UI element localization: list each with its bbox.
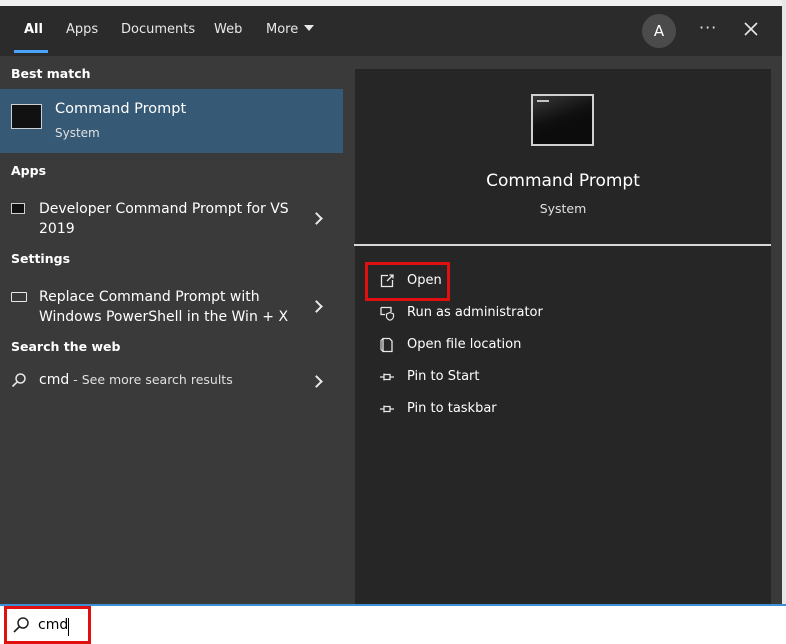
- see-more-results: - See more search results: [69, 372, 233, 387]
- results-list: Best match Command Prompt System Apps De…: [0, 56, 343, 604]
- developer-command-prompt-icon: [11, 203, 25, 214]
- result-web-search[interactable]: cmd - See more search results: [0, 366, 343, 394]
- active-tab-indicator: [14, 50, 48, 53]
- best-match-item[interactable]: Command Prompt System: [0, 89, 343, 153]
- chevron-right-icon[interactable]: [310, 375, 323, 388]
- pin-icon: [380, 405, 394, 413]
- section-best-match: Best match: [11, 66, 91, 81]
- action-label: Run as administrator: [407, 305, 543, 320]
- search-panel: All Apps Documents Web More A ··· Best m…: [0, 6, 782, 604]
- chevron-down-icon: [304, 25, 315, 31]
- action-label: Pin to taskbar: [407, 401, 497, 416]
- best-match-subtitle: System: [55, 126, 100, 140]
- section-apps: Apps: [11, 163, 47, 178]
- action-pin-to-taskbar[interactable]: Pin to taskbar: [355, 395, 771, 423]
- tab-apps[interactable]: Apps: [66, 22, 98, 37]
- command-prompt-large-icon: [531, 94, 594, 146]
- preview-pane: Command Prompt System Open Run as admini…: [354, 69, 771, 604]
- best-match-title: Command Prompt: [55, 101, 187, 117]
- chevron-right-icon[interactable]: [310, 300, 323, 313]
- preview-divider: [354, 244, 771, 246]
- command-prompt-icon: [11, 104, 42, 129]
- file-location-icon: [380, 337, 393, 353]
- more-options-icon[interactable]: ···: [699, 18, 717, 37]
- action-open-file-location[interactable]: Open file location: [355, 331, 771, 359]
- search-input[interactable]: [38, 612, 738, 638]
- close-icon[interactable]: [742, 20, 760, 38]
- result-label: Replace Command Prompt with Windows Powe…: [39, 289, 289, 325]
- section-search-web: Search the web: [11, 339, 121, 354]
- tab-bar: All Apps Documents Web More A ···: [0, 6, 782, 56]
- tab-documents[interactable]: Documents: [121, 22, 195, 37]
- tab-web[interactable]: Web: [214, 22, 242, 37]
- section-settings: Settings: [11, 251, 71, 266]
- web-result-text: cmd - See more search results: [39, 370, 233, 390]
- tab-more-label: More: [266, 22, 299, 37]
- action-label: Pin to Start: [407, 369, 480, 384]
- result-label: Developer Command Prompt for VS 2019: [39, 201, 289, 237]
- result-replace-command-prompt[interactable]: Replace Command Prompt with Windows Powe…: [0, 280, 343, 328]
- background-window-edge: [782, 0, 786, 644]
- icon-shine: [533, 96, 592, 144]
- tab-all[interactable]: All: [24, 22, 43, 37]
- pin-icon: [380, 373, 394, 381]
- shield-icon: [380, 306, 395, 321]
- action-run-as-administrator[interactable]: Run as administrator: [355, 299, 771, 327]
- web-query: cmd: [39, 372, 70, 388]
- action-pin-to-start[interactable]: Pin to Start: [355, 363, 771, 391]
- tab-more[interactable]: More: [266, 22, 315, 37]
- avatar[interactable]: A: [642, 14, 676, 48]
- open-highlight-box: [365, 262, 450, 301]
- action-label: Open file location: [407, 337, 522, 352]
- keyboard-settings-icon: [11, 292, 27, 302]
- search-icon: [11, 373, 26, 388]
- preview-subtitle: System: [539, 201, 587, 216]
- search-highlight-box: [4, 606, 91, 644]
- chevron-right-icon[interactable]: [310, 212, 323, 225]
- result-developer-command-prompt[interactable]: Developer Command Prompt for VS 2019: [0, 192, 343, 240]
- search-bar: [0, 604, 786, 644]
- preview-title: Command Prompt: [486, 171, 640, 191]
